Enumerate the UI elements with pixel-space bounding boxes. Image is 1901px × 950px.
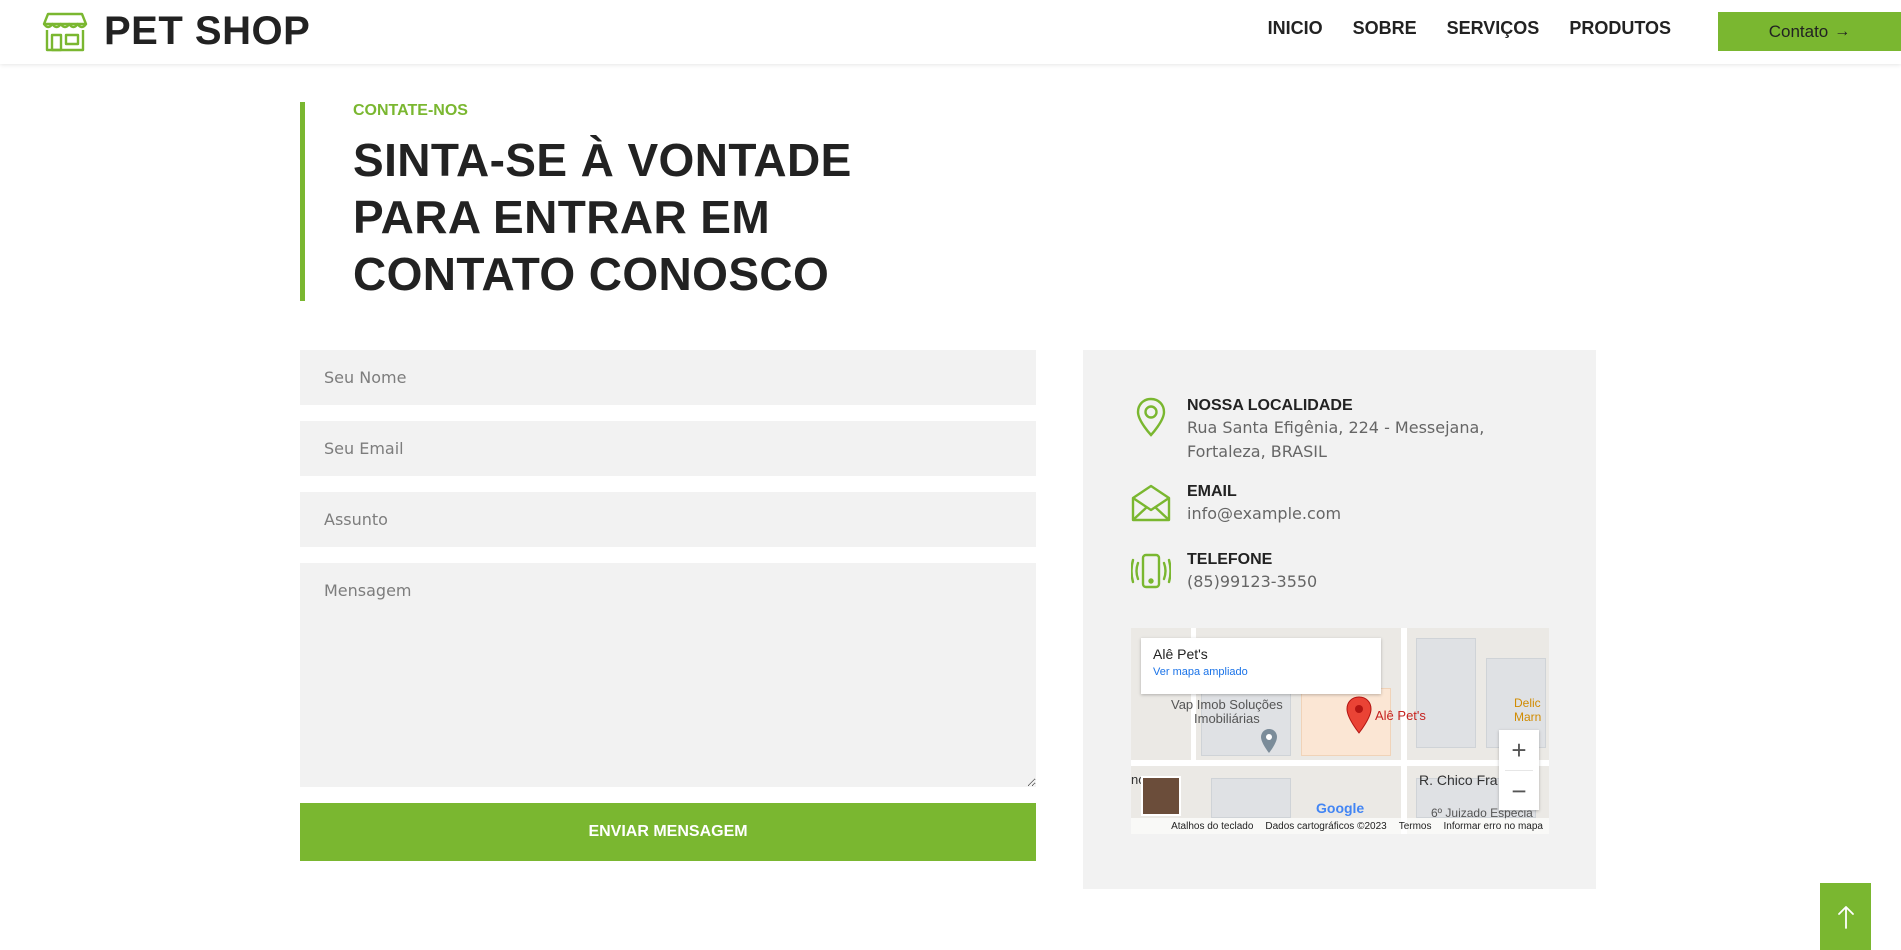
map-pin-icon [1136,397,1166,437]
map-footer-shortcuts[interactable]: Atalhos do teclado [1171,821,1253,832]
page-title: SINTA-SE À VONTADE PARA ENTRAR EM CONTAT… [353,132,852,303]
map-footer-report[interactable]: Informar erro no mapa [1444,821,1544,832]
location-title: NOSSA LOCALIDADE [1187,397,1353,414]
zoom-in-button[interactable]: + [1499,730,1539,770]
map-footer-data: Dados cartográficos ©2023 [1265,820,1387,832]
street-view-thumbnail[interactable] [1141,776,1181,816]
location-address-line-1: Rua Santa Efigênia, 224 - Messejana, [1187,418,1485,437]
map-label-delic-line-1: Delic [1514,696,1541,710]
info-phone: TELEFONE (85)99123-3550 [1131,550,1317,594]
info-email: EMAIL info@example.com [1131,482,1341,526]
page-title-line-3: CONTATO CONOSCO [353,248,830,300]
location-address-line-2: Fortaleza, BRASIL [1187,442,1327,461]
contact-cta-button[interactable]: Contato → [1718,12,1901,51]
arrow-up-icon [1837,905,1854,929]
email-title: EMAIL [1187,483,1237,500]
phone-title: TELEFONE [1187,551,1273,568]
brand-logo[interactable]: PET SHOP [42,8,311,53]
back-to-top-button[interactable] [1820,883,1871,950]
phone-value[interactable]: (85)99123-3550 [1187,570,1317,594]
map-label-delic: Delic Marn [1514,696,1541,724]
map-label-vap-line-2: Imobiliárias [1194,711,1260,726]
map-place-name: Alê Pet's [1153,646,1208,662]
google-logo: Google [1316,800,1365,816]
map-street-label: R. Chico Fra [1419,772,1498,788]
storefront-icon [42,12,88,52]
zoom-out-button[interactable]: − [1499,771,1539,811]
map-label-vap: Vap Imob Soluções Imobiliárias [1171,698,1283,726]
map-label-delic-line-2: Marn [1514,710,1542,724]
message-textarea[interactable] [300,563,1036,787]
map-place-card: Alê Pet's Ver mapa ampliado [1141,638,1381,694]
brand-name: PET SHOP [104,8,311,53]
contact-info-panel: NOSSA LOCALIDADE Rua Santa Efigênia, 224… [1083,350,1596,889]
subject-input[interactable] [300,492,1036,547]
contact-cta-label: Contato [1768,21,1829,41]
arrow-right-icon: → [1834,22,1851,40]
main-nav: INICIO SOBRE SERVIÇOS PRODUTOS [1268,18,1671,39]
email-value[interactable]: info@example.com [1187,502,1341,526]
nav-link-inicio[interactable]: INICIO [1268,18,1323,39]
map-pin-label: Alê Pet's [1375,708,1426,723]
page-title-line-1: SINTA-SE À VONTADE [353,134,852,186]
view-larger-map-link[interactable]: Ver mapa ampliado [1153,666,1369,678]
map-zoom-controls: + − [1499,730,1539,810]
map-footer-terms[interactable]: Termos [1399,821,1432,832]
place-marker-icon [1261,729,1277,753]
nav-link-servicos[interactable]: SERVIÇOS [1447,18,1540,39]
page-title-line-2: PARA ENTRAR EM [353,191,771,243]
map-label-vap-line-1: Vap Imob Soluções [1171,697,1283,712]
section-heading: CONTATE-NOS SINTA-SE À VONTADE PARA ENTR… [300,102,852,301]
envelope-open-icon [1131,484,1171,522]
red-location-pin-icon[interactable] [1345,696,1373,734]
name-input[interactable] [300,350,1036,405]
email-input[interactable] [300,421,1036,476]
phone-vibrate-icon [1131,553,1171,589]
navbar: PET SHOP INICIO SOBRE SERVIÇOS PRODUTOS … [0,0,1901,64]
send-message-button[interactable]: ENVIAR MENSAGEM [300,803,1036,861]
info-location: NOSSA LOCALIDADE Rua Santa Efigênia, 224… [1131,396,1484,464]
section-eyebrow: CONTATE-NOS [353,102,468,119]
embedded-map[interactable]: Alê Pet's Ver mapa ampliado Vap Imob Sol… [1131,628,1549,834]
contact-form: ENVIAR MENSAGEM [300,350,1036,861]
map-footer: Atalhos do teclado Dados cartográficos ©… [1131,818,1549,834]
nav-link-sobre[interactable]: SOBRE [1353,18,1417,39]
nav-link-produtos[interactable]: PRODUTOS [1569,18,1671,39]
